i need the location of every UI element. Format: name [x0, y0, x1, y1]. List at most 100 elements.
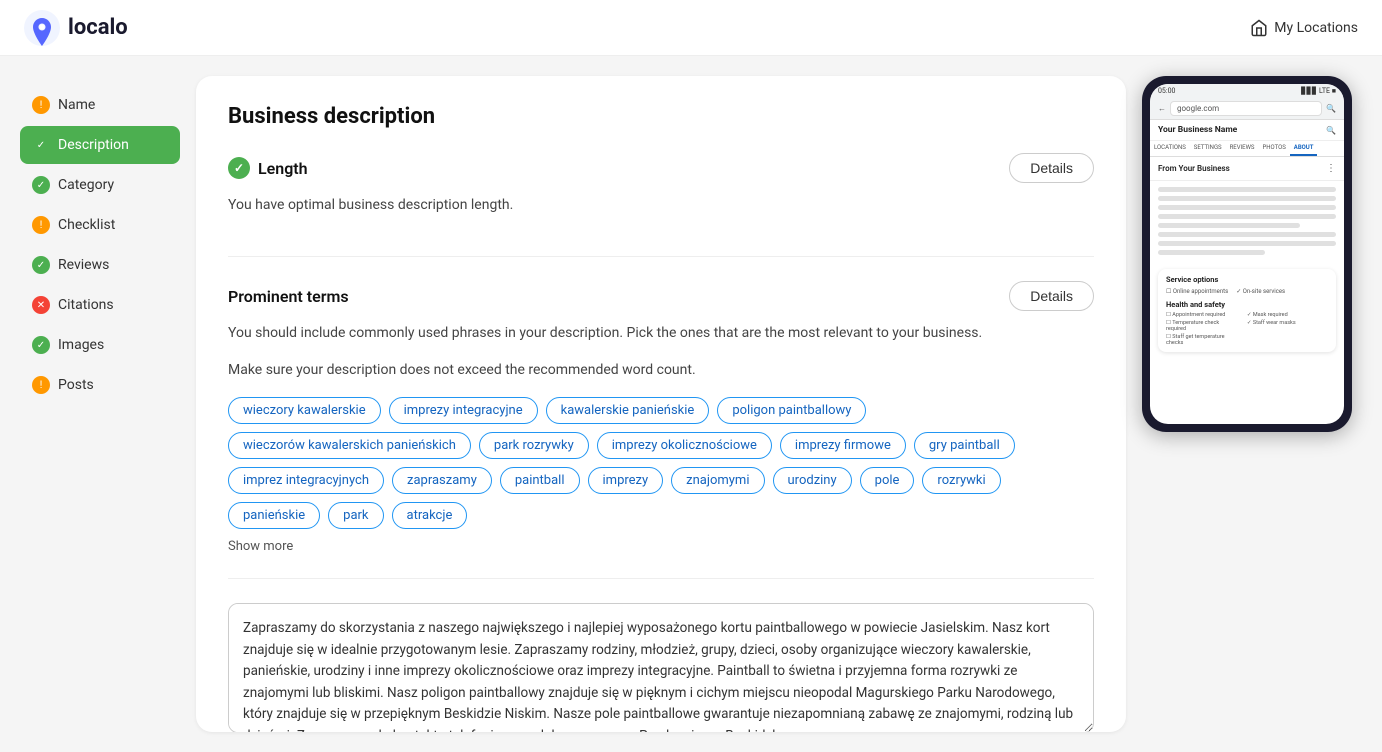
phone-service-row1: ☐ Online appointments ✓ On-site services — [1166, 288, 1328, 295]
sidebar-item-category[interactable]: ✓ Category — [20, 166, 180, 204]
phone-business-row: Your Business Name 🔍 — [1150, 120, 1344, 141]
tag-item[interactable]: park — [328, 502, 383, 529]
phone-health-2: ✓ Mask required — [1247, 312, 1320, 318]
status-dot-category: ✓ — [32, 176, 50, 194]
page-title: Business description — [228, 104, 1094, 129]
phone-health-title: Health and safety — [1166, 300, 1328, 309]
phone-search-icon2: 🔍 — [1326, 126, 1336, 135]
my-locations-link[interactable]: My Locations — [1250, 19, 1358, 37]
sidebar-item-name[interactable]: ! Name — [20, 86, 180, 124]
tag-item[interactable]: gry paintball — [914, 432, 1015, 459]
phone-line-3 — [1158, 205, 1336, 210]
preview-panel: 05:00 ▊▊▊ LTE ■ ← google.com 🔍 Your Busi… — [1142, 76, 1362, 732]
phone-mockup: 05:00 ▊▊▊ LTE ■ ← google.com 🔍 Your Busi… — [1142, 76, 1352, 432]
phone-line-6 — [1158, 232, 1336, 237]
phone-business-name: Your Business Name — [1158, 125, 1237, 135]
phone-service-card: Service options ☐ Online appointments ✓ … — [1158, 269, 1336, 352]
sidebar: ! Name ✓ Description ✓ Category ! Checkl… — [20, 76, 180, 732]
length-check-icon: ✓ — [228, 157, 250, 179]
tag-item[interactable]: poligon paintballowy — [717, 397, 866, 424]
prominent-section-header: Prominent terms Details — [228, 281, 1094, 311]
main-layout: ! Name ✓ Description ✓ Category ! Checkl… — [0, 56, 1382, 752]
content-area: Business description ✓ Length Details Yo… — [196, 76, 1126, 732]
phone-more-icon: ⋮ — [1326, 163, 1336, 174]
phone-tab-settings: SETTINGS — [1190, 141, 1226, 156]
sidebar-item-posts[interactable]: ! Posts — [20, 366, 180, 404]
sidebar-item-citations[interactable]: ✕ Citations — [20, 286, 180, 324]
tag-item[interactable]: imprezy — [588, 467, 664, 494]
length-section-header: ✓ Length Details — [228, 153, 1094, 183]
home-icon — [1250, 19, 1268, 37]
phone-health-items: ☐ Appointment required ✓ Mask required ☐… — [1166, 312, 1328, 346]
phone-health-4: ✓ Staff wear masks — [1247, 320, 1320, 332]
sidebar-item-images[interactable]: ✓ Images — [20, 326, 180, 364]
tag-item[interactable]: imprez integracyjnych — [228, 467, 384, 494]
top-bar: localo My Locations — [0, 0, 1382, 56]
status-dot-description: ✓ — [32, 136, 50, 154]
length-section-title: ✓ Length — [228, 157, 308, 179]
phone-health-5: ☐ Staff get temperature checks — [1166, 334, 1239, 346]
status-dot-reviews: ✓ — [32, 256, 50, 274]
phone-url-bar: google.com — [1170, 101, 1322, 116]
tag-item[interactable]: kawalerskie panieńskie — [546, 397, 710, 424]
prominent-section-title: Prominent terms — [228, 287, 349, 306]
phone-service-col2: ✓ On-site services — [1236, 288, 1285, 295]
phone-from-business-row: From Your Business ⋮ — [1150, 157, 1344, 181]
tag-item[interactable]: imprezy firmowe — [780, 432, 906, 459]
phone-search-icon: 🔍 — [1326, 104, 1336, 113]
tag-item[interactable]: rozrywki — [922, 467, 1000, 494]
tag-item[interactable]: pole — [860, 467, 915, 494]
length-details-button[interactable]: Details — [1009, 153, 1094, 183]
phone-nav-tabs: LOCATIONS SETTINGS REVIEWS PHOTOS ABOUT — [1150, 141, 1344, 157]
phone-time: 05:00 — [1158, 87, 1175, 95]
tag-item[interactable]: znajomymi — [671, 467, 764, 494]
tag-item[interactable]: paintball — [500, 467, 580, 494]
prominent-desc-line1: You should include commonly used phrases… — [228, 323, 1094, 344]
textarea-section: Your content is only stored locally. 93 … — [228, 603, 1094, 732]
phone-health-3: ☐ Temperature check required — [1166, 320, 1239, 332]
phone-back-arrow: ← — [1158, 104, 1166, 113]
logo[interactable]: localo — [24, 10, 128, 46]
phone-service-col1: ☐ Online appointments — [1166, 288, 1228, 295]
phone-url-row: ← google.com 🔍 — [1150, 98, 1344, 120]
sidebar-item-checklist[interactable]: ! Checklist — [20, 206, 180, 244]
sidebar-item-description[interactable]: ✓ Description — [20, 126, 180, 164]
phone-line-8 — [1158, 250, 1265, 255]
phone-url-text: google.com — [1177, 104, 1219, 113]
phone-service-title: Service options — [1166, 275, 1328, 284]
prominent-section: Prominent terms Details You should inclu… — [228, 281, 1094, 579]
status-dot-citations: ✕ — [32, 296, 50, 314]
logo-text: localo — [68, 15, 128, 40]
phone-tab-locations: LOCATIONS — [1150, 141, 1190, 156]
tag-item[interactable]: urodziny — [773, 467, 852, 494]
phone-tab-photos: PHOTOS — [1258, 141, 1289, 156]
tag-item[interactable]: wieczory kawalerskie — [228, 397, 381, 424]
phone-line-7 — [1158, 241, 1336, 246]
length-section: ✓ Length Details You have optimal busine… — [228, 153, 1094, 257]
tag-item[interactable]: park rozrywky — [479, 432, 589, 459]
tag-item[interactable]: zapraszamy — [392, 467, 492, 494]
tag-item[interactable]: imprezy okolicznościowe — [597, 432, 772, 459]
tag-item[interactable]: imprezy integracyjne — [389, 397, 538, 424]
phone-line-1 — [1158, 187, 1336, 192]
tag-item[interactable]: atrakcje — [392, 502, 468, 529]
phone-from-business-label: From Your Business — [1158, 164, 1230, 173]
description-textarea[interactable] — [228, 603, 1094, 732]
prominent-desc-line2: Make sure your description does not exce… — [228, 360, 1094, 381]
show-more[interactable]: Show more — [228, 539, 1094, 554]
status-dot-checklist: ! — [32, 216, 50, 234]
status-dot-posts: ! — [32, 376, 50, 394]
logo-icon — [24, 10, 60, 46]
tags-row: wieczory kawalerskie imprezy integracyjne… — [228, 397, 1094, 529]
prominent-details-button[interactable]: Details — [1009, 281, 1094, 311]
sidebar-item-reviews[interactable]: ✓ Reviews — [20, 246, 180, 284]
tag-item[interactable]: wieczorów kawalerskich panieńskich — [228, 432, 471, 459]
phone-tab-reviews: REVIEWS — [1226, 141, 1259, 156]
phone-screen: 05:00 ▊▊▊ LTE ■ ← google.com 🔍 Your Busi… — [1150, 84, 1344, 424]
phone-signal: ▊▊▊ LTE ■ — [1301, 87, 1336, 95]
tag-item[interactable]: panieńskie — [228, 502, 320, 529]
status-dot-name: ! — [32, 96, 50, 114]
phone-line-4 — [1158, 214, 1336, 219]
phone-health-1: ☐ Appointment required — [1166, 312, 1239, 318]
phone-tab-about: ABOUT — [1290, 141, 1318, 156]
